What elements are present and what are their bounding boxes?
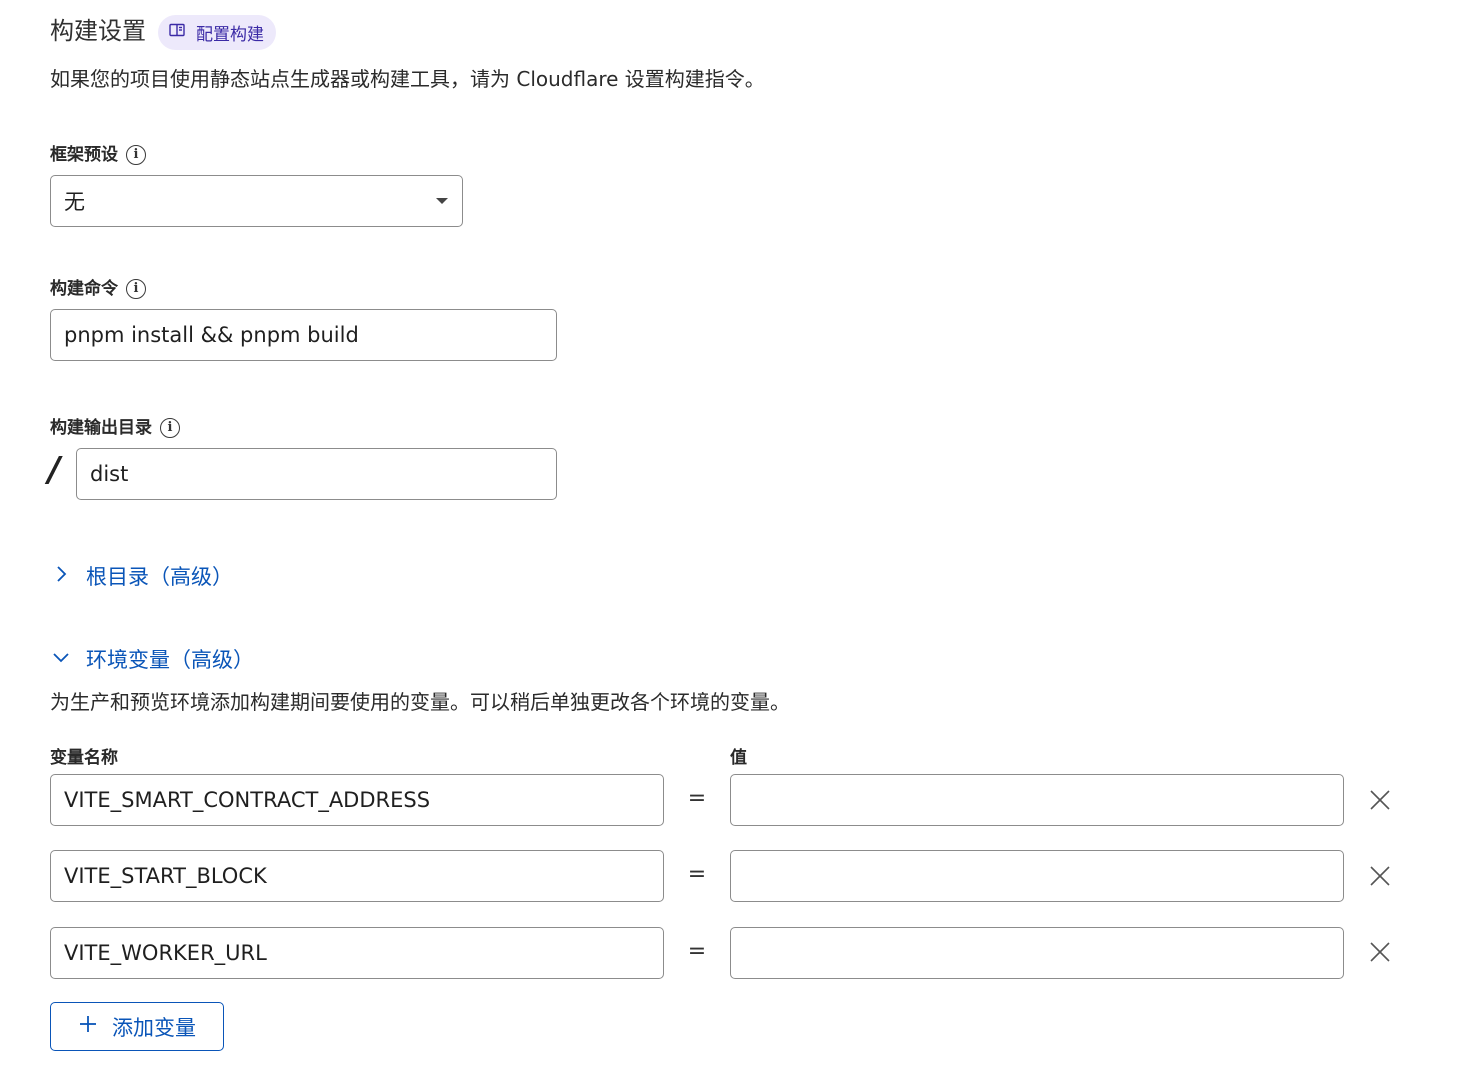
variable-name-header: 变量名称	[50, 748, 118, 768]
book-icon	[168, 21, 186, 44]
variable-value-header: 值	[730, 748, 747, 768]
build-command-value: pnpm install && pnpm build	[64, 323, 359, 347]
close-icon	[1370, 790, 1390, 810]
root-directory-toggle[interactable]: 根目录（高级）	[50, 561, 233, 591]
variable-value-input[interactable]	[730, 927, 1344, 979]
remove-variable-button[interactable]	[1367, 863, 1393, 889]
close-icon	[1370, 942, 1390, 962]
add-variable-button[interactable]: 添加变量	[50, 1002, 224, 1051]
remove-variable-button[interactable]	[1367, 939, 1393, 965]
info-icon[interactable]: i	[126, 279, 146, 299]
variable-value-input[interactable]	[730, 774, 1344, 826]
variable-value-input[interactable]	[730, 850, 1344, 902]
plus-icon	[78, 1014, 98, 1039]
equals-sign: =	[687, 939, 707, 964]
build-command-input[interactable]: pnpm install && pnpm build	[50, 309, 557, 361]
framework-preset-label: 框架预设 i	[50, 143, 146, 167]
chevron-down-icon	[50, 646, 72, 673]
docs-link-configure-build[interactable]: 配置构建	[158, 15, 276, 50]
build-output-input[interactable]: dist	[76, 448, 557, 500]
info-icon[interactable]: i	[126, 145, 146, 165]
section-title: 构建设置	[50, 17, 146, 45]
chevron-right-icon	[50, 563, 72, 590]
root-directory-label: 根目录（高级）	[86, 565, 233, 589]
chevron-down-icon	[436, 198, 448, 204]
equals-sign: =	[687, 786, 707, 811]
section-description: 如果您的项目使用静态站点生成器或构建工具，请为 Cloudflare 设置构建指…	[50, 67, 765, 91]
close-icon	[1370, 866, 1390, 886]
env-vars-label: 环境变量（高级）	[86, 648, 254, 672]
framework-preset-label-text: 框架预设	[50, 145, 118, 165]
build-output-label: 构建输出目录 i	[50, 416, 180, 440]
variable-name-input[interactable]: VITE_WORKER_URL	[50, 927, 664, 979]
build-command-label: 构建命令 i	[50, 277, 146, 301]
variable-name-value: VITE_SMART_CONTRACT_ADDRESS	[64, 788, 431, 812]
equals-sign: =	[687, 862, 707, 887]
info-icon[interactable]: i	[160, 418, 180, 438]
add-variable-label: 添加变量	[112, 1015, 196, 1040]
variable-name-value: VITE_WORKER_URL	[64, 941, 267, 965]
docs-link-label: 配置构建	[196, 25, 264, 45]
variable-name-value: VITE_START_BLOCK	[64, 864, 267, 888]
variable-name-input[interactable]: VITE_SMART_CONTRACT_ADDRESS	[50, 774, 664, 826]
variable-name-input[interactable]: VITE_START_BLOCK	[50, 850, 664, 902]
build-output-label-text: 构建输出目录	[50, 418, 152, 438]
remove-variable-button[interactable]	[1367, 787, 1393, 813]
env-vars-toggle[interactable]: 环境变量（高级）	[50, 644, 254, 674]
build-command-label-text: 构建命令	[50, 279, 118, 299]
path-prefix: /	[48, 450, 61, 490]
framework-preset-select[interactable]: 无	[50, 175, 463, 227]
env-vars-description: 为生产和预览环境添加构建期间要使用的变量。可以稍后单独更改各个环境的变量。	[50, 690, 790, 714]
framework-preset-value: 无	[64, 190, 85, 214]
build-output-value: dist	[90, 462, 129, 486]
